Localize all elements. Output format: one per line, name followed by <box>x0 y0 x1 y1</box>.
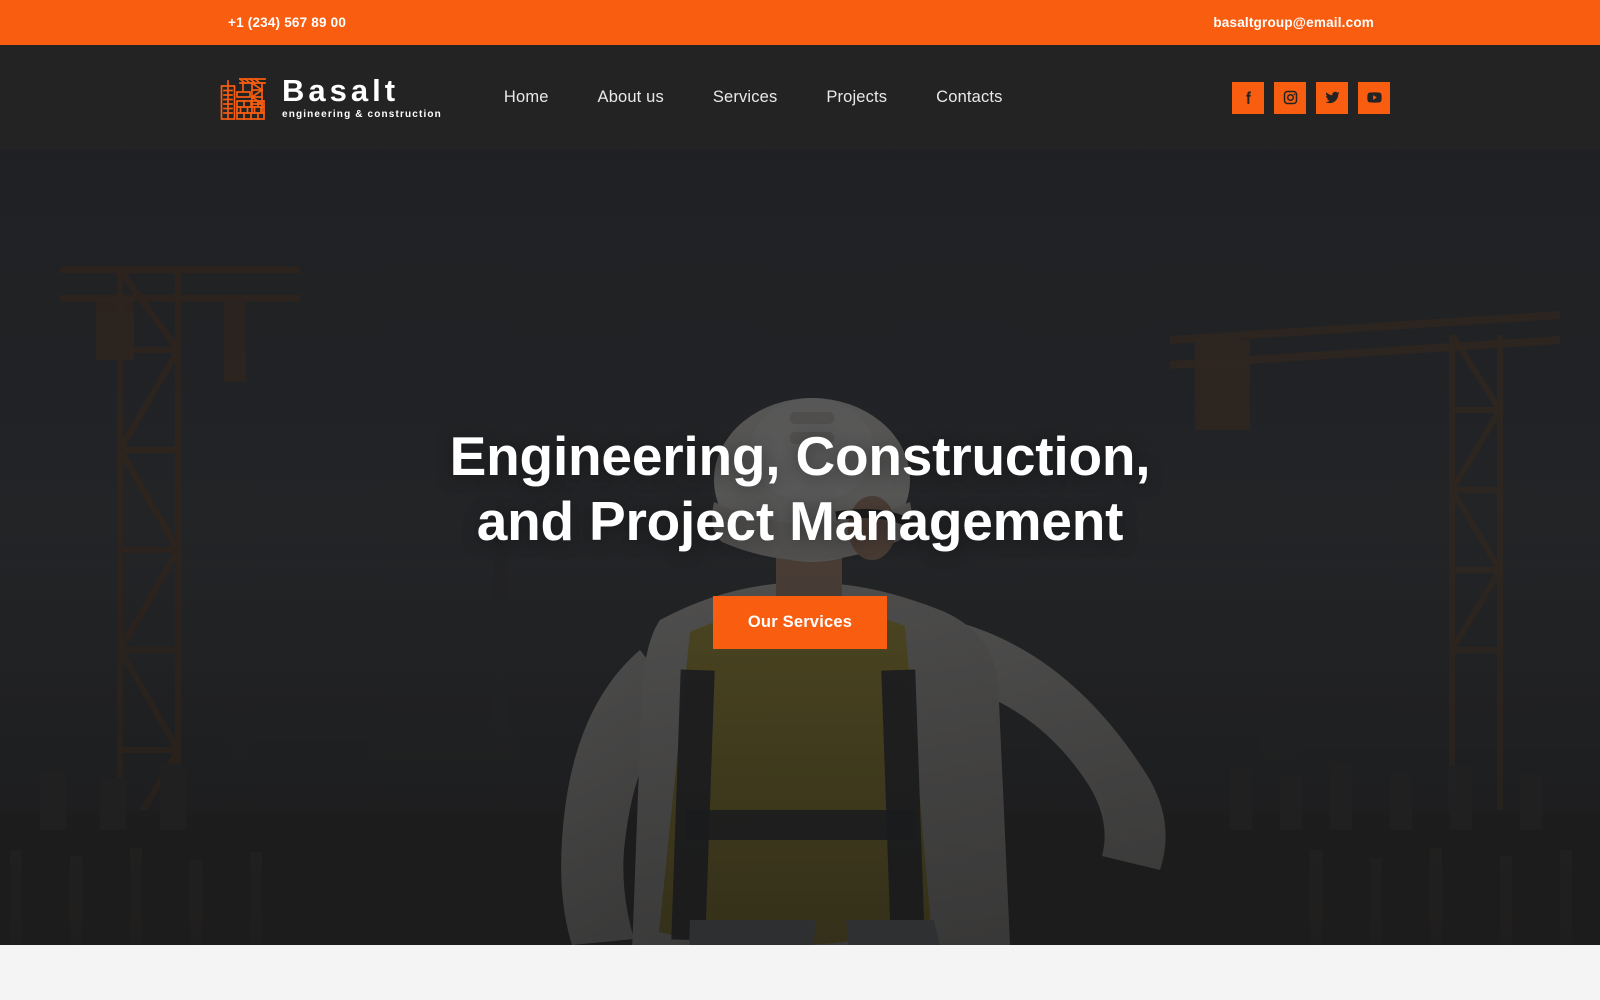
social-link-youtube[interactable] <box>1358 81 1390 114</box>
main-navigation: Home About us Services Projects Contacts <box>504 88 1003 107</box>
nav-link-projects[interactable]: Projects <box>826 88 887 107</box>
hero-title: Engineering, Construction, and Project M… <box>0 424 1600 553</box>
top-contact-bar-inner: +1 (234) 567 89 00 basaltgroup@email.com <box>220 15 1380 30</box>
social-link-twitter[interactable] <box>1316 81 1348 114</box>
hero-title-line-1: Engineering, Construction, <box>449 425 1151 488</box>
social-link-instagram[interactable] <box>1274 81 1306 114</box>
youtube-icon <box>1366 89 1383 106</box>
content-section-below-hero <box>0 945 1600 1000</box>
our-services-button[interactable]: Our Services <box>712 596 888 649</box>
brand-tagline: engineering & construction <box>282 109 442 121</box>
twitter-icon <box>1324 89 1341 106</box>
site-header-inner: Basalt engineering & construction Home A… <box>210 72 1390 124</box>
hero-title-line-2: and Project Management <box>476 489 1124 552</box>
site-header: Basalt engineering & construction Home A… <box>0 45 1600 150</box>
top-contact-bar: +1 (234) 567 89 00 basaltgroup@email.com <box>0 0 1600 45</box>
nav-link-services[interactable]: Services <box>713 88 777 107</box>
hero-section: Engineering, Construction, and Project M… <box>0 150 1600 945</box>
social-link-facebook[interactable] <box>1232 81 1264 114</box>
nav-link-contacts[interactable]: Contacts <box>936 88 1002 107</box>
phone-link[interactable]: +1 (234) 567 89 00 <box>228 15 346 30</box>
brand-text: Basalt engineering & construction <box>282 75 442 121</box>
facebook-icon <box>1240 89 1257 106</box>
hero-content: Engineering, Construction, and Project M… <box>0 424 1600 649</box>
email-link[interactable]: basaltgroup@email.com <box>1213 15 1374 30</box>
brand-name: Basalt <box>282 72 400 108</box>
building-crane-icon <box>218 72 268 124</box>
social-links <box>1232 81 1390 114</box>
instagram-icon <box>1282 89 1299 106</box>
nav-link-home[interactable]: Home <box>504 88 549 107</box>
nav-link-about-us[interactable]: About us <box>598 88 664 107</box>
brand-logo[interactable]: Basalt engineering & construction <box>218 72 442 124</box>
